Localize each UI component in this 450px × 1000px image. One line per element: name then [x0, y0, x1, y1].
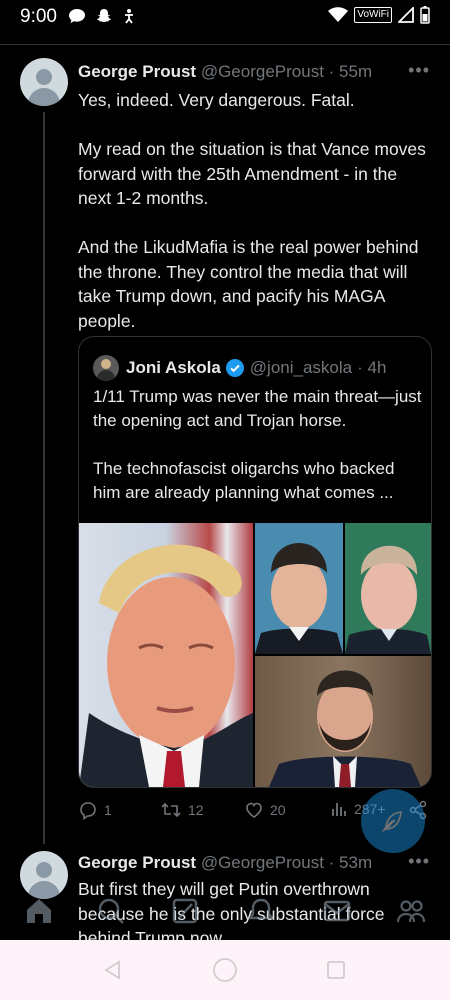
heart-icon: [246, 802, 262, 818]
avatar: [93, 355, 119, 381]
quote-text: 1/11 Trump was never the main threat—jus…: [93, 387, 422, 502]
grok-icon[interactable]: [170, 896, 200, 926]
thread-line: [43, 112, 45, 844]
reply-icon: [80, 802, 96, 820]
media-image-2[interactable]: [255, 523, 343, 654]
repost-button[interactable]: 12: [160, 800, 204, 820]
battery-icon: [420, 6, 430, 24]
feather-icon: [381, 811, 402, 833]
repost-count: 12: [188, 802, 204, 818]
author-name[interactable]: George Proust: [78, 853, 196, 872]
media-image-4[interactable]: [255, 656, 431, 787]
status-time: 9:00: [20, 6, 57, 27]
quote-author-handle: @joni_askola: [249, 358, 353, 377]
people-icon[interactable]: [396, 896, 426, 926]
quote-author-name: Joni Askola: [126, 358, 221, 377]
compose-button[interactable]: [361, 789, 425, 853]
top-divider: [0, 44, 450, 45]
more-options-icon[interactable]: •••: [408, 851, 430, 872]
repost-icon: [161, 802, 181, 818]
home-icon[interactable]: [24, 896, 54, 926]
wifi-icon: [328, 7, 349, 22]
mail-icon[interactable]: [322, 896, 352, 926]
status-bar: 9:00 VoWiFi: [0, 0, 450, 34]
signal-icon: [398, 7, 414, 23]
reply-count: 1: [104, 802, 112, 818]
system-navigation-bar: [0, 940, 450, 1000]
author-handle[interactable]: @GeorgeProust: [201, 853, 324, 872]
author-handle[interactable]: @GeorgeProust: [201, 62, 324, 81]
bottom-nav: [0, 888, 450, 940]
quote-time: · 4h: [357, 358, 387, 377]
back-icon[interactable]: [103, 960, 123, 980]
avatar[interactable]: [20, 58, 68, 106]
like-count: 20: [270, 802, 286, 818]
author-name[interactable]: George Proust: [78, 62, 196, 81]
bell-icon[interactable]: [246, 896, 276, 926]
snapchat-icon: [96, 9, 112, 22]
views-icon: [332, 803, 346, 816]
reply-button[interactable]: 1: [78, 800, 112, 820]
verified-badge-icon: [225, 359, 244, 377]
like-button[interactable]: 20: [244, 800, 286, 820]
chat-bubble-icon: [69, 9, 85, 23]
media-image-1[interactable]: [79, 523, 253, 787]
quote-media-grid[interactable]: [79, 523, 431, 787]
quote-header: Joni Askola @joni_askola · 4h: [93, 355, 386, 381]
vowifi-label: VoWiFi: [354, 7, 392, 23]
tweet-header: George Proust @GeorgeProust · 53m: [78, 853, 372, 873]
accessibility-icon: [125, 9, 133, 24]
search-icon[interactable]: [96, 896, 126, 926]
recents-icon[interactable]: [326, 960, 346, 980]
home-circle-icon[interactable]: [212, 957, 238, 983]
media-image-3[interactable]: [345, 523, 431, 654]
tweet-text: Yes, indeed. Very dangerous. Fatal. My r…: [78, 90, 426, 331]
tweet-header: George Proust @GeorgeProust · 55m: [78, 62, 372, 82]
tweet-time[interactable]: · 53m: [329, 853, 372, 872]
more-options-icon[interactable]: •••: [408, 60, 430, 81]
tweet-time[interactable]: · 55m: [329, 62, 372, 81]
quoted-tweet[interactable]: Joni Askola @joni_askola · 4h 1/11 Trump…: [78, 336, 432, 788]
